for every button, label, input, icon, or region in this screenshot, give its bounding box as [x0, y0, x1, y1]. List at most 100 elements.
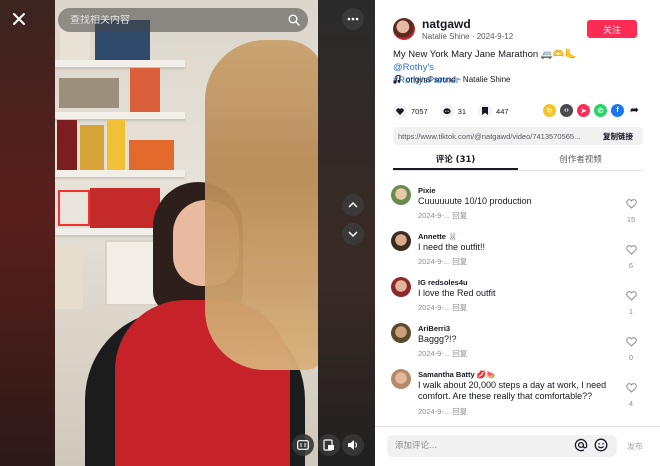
- comment-item: AriBerri3 Baggg?!? 2024-9-... 回复 0: [391, 320, 646, 366]
- details-panel: natgawd Natalie Shine · 2024-9-12 关注 My …: [375, 0, 660, 466]
- comment-text: I need the outfit!!: [418, 242, 486, 252]
- comment-avatar[interactable]: [391, 185, 411, 205]
- share-options: ↻ ‹› ➤ ✆ f ➦: [543, 104, 641, 117]
- comment-like-button[interactable]: 1: [624, 288, 638, 316]
- music-note-icon: [393, 75, 401, 84]
- comment-like-button[interactable]: 4: [624, 380, 638, 408]
- emoji-icon[interactable]: [594, 438, 608, 452]
- reply-button[interactable]: 回复: [452, 407, 467, 416]
- shelf: [55, 112, 185, 119]
- reply-button[interactable]: 回复: [452, 211, 467, 220]
- comment-avatar[interactable]: [391, 277, 411, 297]
- share-arrow-icon[interactable]: ➦: [628, 104, 641, 117]
- author-display-name: Natalie Shine: [422, 32, 470, 41]
- comment-meta: 2024-9-... 回复: [418, 210, 467, 221]
- volume-icon: [348, 440, 358, 450]
- comment-list: Pixie Cuuuuuute 10/10 production 2024-9-…: [391, 182, 646, 422]
- comment-avatar[interactable]: [391, 323, 411, 343]
- previous-video-button[interactable]: [342, 194, 364, 216]
- blonde-hair: [205, 40, 318, 370]
- comment-like-button[interactable]: 15: [624, 196, 638, 224]
- book-stack: [90, 188, 160, 228]
- comment-item: Annette 🐰 I need the outfit!! 2024-9-...…: [391, 228, 646, 274]
- comment-like-button[interactable]: 6: [624, 242, 638, 270]
- heart-outline-icon: [625, 291, 637, 301]
- video-url[interactable]: https://www.tiktok.com/@natgawd/video/74…: [393, 132, 593, 141]
- chevron-down-icon: [348, 231, 358, 238]
- comment-meta: 2024-9-... 回复: [418, 348, 467, 359]
- tab-comments[interactable]: 评论 (31): [393, 153, 518, 170]
- comment-text: Cuuuuuute 10/10 production: [418, 196, 532, 206]
- send-icon[interactable]: ➤: [577, 104, 590, 117]
- comment-icon: [439, 104, 454, 118]
- comment-meta: 2024-9-... 回复: [418, 406, 467, 417]
- more-options-button[interactable]: [342, 8, 364, 30]
- sound-name: original sound - Natalie Shine: [406, 75, 511, 84]
- post-button[interactable]: 发布: [627, 441, 643, 452]
- heart-icon: [393, 104, 407, 118]
- comment-like-count: 4: [628, 399, 634, 408]
- comment-avatar[interactable]: [391, 231, 411, 251]
- comment-text: I love the Red outfit: [418, 288, 496, 298]
- sound-link[interactable]: original sound - Natalie Shine: [393, 75, 511, 84]
- comment-avatar[interactable]: [391, 369, 411, 389]
- comment-count-button[interactable]: 31: [439, 104, 467, 118]
- author-avatar[interactable]: [393, 18, 415, 40]
- comment-username[interactable]: Pixie: [418, 186, 436, 195]
- close-icon: [13, 13, 25, 25]
- picture-frame: [55, 245, 83, 309]
- comment-username[interactable]: AriBerri3: [418, 324, 450, 333]
- caption-mention[interactable]: @Rothy's: [393, 62, 434, 73]
- save-count: 447: [496, 106, 509, 116]
- search-icon[interactable]: [288, 14, 300, 26]
- like-count: 7057: [411, 106, 428, 116]
- search-input[interactable]: [70, 14, 288, 26]
- book: [129, 140, 174, 170]
- author-username[interactable]: natgawd: [422, 17, 471, 31]
- comment-like-button[interactable]: 0: [624, 334, 638, 362]
- reply-button[interactable]: 回复: [452, 303, 467, 312]
- captions-button[interactable]: [292, 434, 314, 456]
- video-link-box: https://www.tiktok.com/@natgawd/video/74…: [393, 127, 643, 145]
- chevron-up-icon: [348, 201, 358, 208]
- facebook-icon[interactable]: f: [611, 104, 624, 117]
- comment-username[interactable]: Samantha Batty 💋🍉: [418, 370, 495, 379]
- comment-like-count: 15: [626, 215, 636, 224]
- comment-count: 31: [457, 106, 467, 116]
- reply-button[interactable]: 回复: [452, 349, 467, 358]
- save-button[interactable]: 447: [478, 104, 509, 118]
- floating-player-button[interactable]: [318, 434, 340, 456]
- comment-date: 2024-9-...: [418, 211, 451, 220]
- author-row: natgawd Natalie Shine · 2024-9-12 关注: [393, 17, 642, 48]
- book: [80, 125, 104, 170]
- captions-icon: [297, 440, 309, 450]
- whatsapp-icon[interactable]: ✆: [594, 104, 607, 117]
- video-player[interactable]: [0, 0, 375, 466]
- video-blur-left: [0, 0, 55, 466]
- copy-link-button[interactable]: 复制链接: [593, 131, 643, 142]
- like-button[interactable]: 7057: [393, 104, 428, 118]
- comment-text: I walk about 20,000 steps a day at work,…: [418, 380, 607, 401]
- volume-button[interactable]: [342, 434, 364, 456]
- search-bar[interactable]: [58, 8, 308, 32]
- heart-outline-icon: [625, 245, 637, 255]
- mention-icon[interactable]: [574, 438, 588, 452]
- close-button[interactable]: [8, 8, 30, 30]
- repost-icon[interactable]: ↻: [543, 104, 556, 117]
- follow-button[interactable]: 关注: [587, 20, 637, 38]
- comment-meta: 2024-9-... 回复: [418, 256, 467, 267]
- next-video-button[interactable]: [342, 223, 364, 245]
- video-frame: [55, 0, 318, 466]
- comment-username[interactable]: Annette 🐰: [418, 232, 457, 241]
- embed-icon[interactable]: ‹›: [560, 104, 573, 117]
- heart-outline-icon: [625, 383, 637, 393]
- comment-item: IG redsoles4u I love the Red outfit 2024…: [391, 274, 646, 320]
- comment-date: 2024-9-...: [418, 407, 451, 416]
- heart-outline-icon: [625, 199, 637, 209]
- more-icon: [347, 17, 359, 21]
- comment-like-count: 6: [628, 261, 634, 270]
- reply-button[interactable]: 回复: [452, 257, 467, 266]
- tab-creator-videos[interactable]: 创作者视频: [518, 153, 643, 170]
- comment-username[interactable]: IG redsoles4u: [418, 278, 468, 287]
- bookmark-icon: [478, 104, 493, 118]
